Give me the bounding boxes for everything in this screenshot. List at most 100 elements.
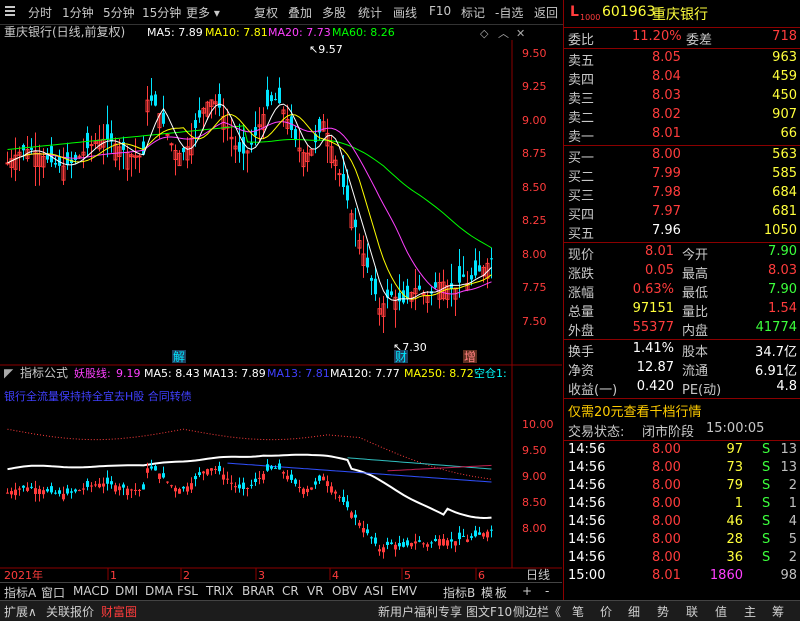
- ind-candle-body: [210, 468, 213, 471]
- bottom-tab-chou[interactable]: 筹: [772, 603, 784, 620]
- tab-cr[interactable]: CR: [282, 584, 299, 598]
- bottom-tab-jia[interactable]: 价: [600, 603, 612, 620]
- ind-candle-body: [190, 483, 193, 490]
- tick-side: S: [762, 550, 771, 565]
- tab-vr[interactable]: VR: [307, 584, 324, 598]
- ind-candle-body: [122, 484, 125, 488]
- bottom-new-user[interactable]: 新用户福利专享: [378, 603, 462, 620]
- quote-prefix-sub: 1000: [580, 13, 601, 22]
- ind-candle-body: [334, 491, 337, 494]
- marker-jie[interactable]: 解: [173, 350, 185, 364]
- sell-row[interactable]: 卖一 8.01 66: [564, 126, 800, 145]
- candle-body: [30, 147, 33, 150]
- btn-f10[interactable]: F10: [429, 4, 451, 18]
- bottom-tab-bi[interactable]: 笔: [572, 603, 584, 620]
- tick-volume: 1: [734, 496, 743, 511]
- candle-body: [182, 147, 185, 153]
- stat-value: 1.54: [768, 301, 797, 316]
- tab-indicator-b[interactable]: 指标B: [443, 584, 475, 601]
- sell-row[interactable]: 卖四 8.04 459: [564, 69, 800, 88]
- tab-mo[interactable]: 模: [481, 584, 493, 601]
- promo-row[interactable]: 仅需20元查看千档行情: [564, 401, 800, 420]
- weibi-label: 委比: [568, 33, 595, 48]
- diamond-icon[interactable]: ◇: [480, 27, 489, 40]
- btn-fanhui[interactable]: 返回: [534, 4, 558, 21]
- sell-volume: 907: [772, 107, 797, 122]
- btn-fuquan[interactable]: 复权: [254, 4, 278, 21]
- ind-candle-body: [78, 490, 81, 492]
- ind-candle-body: [82, 488, 85, 490]
- tab-1min[interactable]: 1分钟: [62, 4, 94, 21]
- candle-body: [150, 95, 153, 101]
- chevron-up-icon[interactable]: ︿: [498, 27, 509, 40]
- candle-body: [462, 274, 465, 277]
- tab-plus[interactable]: +: [522, 584, 532, 598]
- menu-icon[interactable]: [4, 4, 16, 18]
- bottom-tab-zhi[interactable]: 值: [715, 603, 727, 620]
- marker-cai[interactable]: 财: [395, 350, 407, 364]
- bottom-tab-shi[interactable]: 势: [657, 603, 669, 620]
- tab-emv[interactable]: EMV: [391, 584, 417, 598]
- tab-trix[interactable]: TRIX: [206, 584, 233, 598]
- tab-fenshi[interactable]: 分时: [28, 4, 52, 21]
- tab-15min[interactable]: 15分钟: [142, 4, 181, 21]
- bottom-tab-zhu[interactable]: 主: [744, 603, 756, 620]
- period-label[interactable]: 日线: [526, 568, 550, 580]
- bottom-wealth-circle[interactable]: 财富圈: [101, 603, 137, 620]
- tick-volume: 97: [726, 442, 743, 457]
- tab-dmi[interactable]: DMI: [115, 584, 138, 598]
- bottom-tab-xi[interactable]: 细: [628, 603, 640, 620]
- bottom-tab-lian[interactable]: 联: [686, 603, 698, 620]
- tab-window[interactable]: 窗口: [41, 584, 65, 601]
- close-icon[interactable]: ✕: [516, 27, 525, 40]
- btn-biaoji[interactable]: 标记: [461, 4, 485, 21]
- tab-obv[interactable]: OBV: [332, 584, 358, 598]
- candle-body: [470, 275, 473, 280]
- bottom-expand[interactable]: 扩展∧: [4, 603, 37, 620]
- btn-tongji[interactable]: 统计: [358, 4, 382, 21]
- btn-huaxian[interactable]: 画线: [393, 4, 417, 21]
- candle-body: [106, 124, 109, 140]
- tick-volume: 79: [726, 478, 743, 493]
- settings-icon[interactable]: ◤: [4, 366, 14, 380]
- tab-dma[interactable]: DMA: [145, 584, 173, 598]
- weicha-value: 718: [772, 29, 797, 44]
- marker-zeng[interactable]: 增: [464, 350, 476, 364]
- tab-asi[interactable]: ASI: [364, 584, 383, 598]
- tick-time: 14:56: [568, 442, 606, 457]
- sell-row[interactable]: 卖五 8.05 963: [564, 50, 800, 69]
- tab-5min[interactable]: 5分钟: [103, 4, 135, 21]
- candle-body: [74, 154, 77, 160]
- bottom-sidebar[interactable]: 侧边栏《: [513, 603, 561, 620]
- chart-area[interactable]: 重庆银行(日线,前复权) MA5: 7.89 MA10: 7.81 MA20: …: [0, 24, 562, 580]
- btn-diejia[interactable]: 叠加: [288, 4, 312, 21]
- tab-minus[interactable]: -: [545, 584, 549, 598]
- tab-macd[interactable]: MACD: [73, 584, 109, 598]
- buy-row[interactable]: 买一 8.00 563: [564, 147, 800, 166]
- tab-indicator-a[interactable]: 指标A: [4, 584, 36, 601]
- indicator-title[interactable]: 指标公式: [20, 365, 68, 380]
- ind-candle-body: [366, 529, 369, 534]
- bottom-f10[interactable]: 图文F10: [466, 603, 512, 620]
- tab-fsl[interactable]: FSL: [177, 584, 198, 598]
- ind-candle-body: [234, 486, 237, 488]
- tab-brar[interactable]: BRAR: [242, 584, 275, 598]
- indicator-tabs: 指标A 窗口 MACD DMI DMA FSL TRIX BRAR CR VR …: [0, 582, 562, 600]
- sell-row[interactable]: 卖三 8.03 450: [564, 88, 800, 107]
- sell-row[interactable]: 卖二 8.02 907: [564, 107, 800, 126]
- promo-text[interactable]: 仅需20元查看千档行情: [568, 401, 702, 420]
- tab-ban[interactable]: 板: [495, 584, 507, 601]
- tick-time: 15:00: [568, 568, 606, 583]
- buy-row[interactable]: 买三 7.98 684: [564, 185, 800, 204]
- stat-value: 8.03: [768, 263, 797, 278]
- tab-more[interactable]: 更多 ▾: [186, 4, 220, 21]
- btn-duogu[interactable]: 多股: [322, 4, 346, 21]
- buy-row[interactable]: 买二 7.99 585: [564, 166, 800, 185]
- btn-zixuan[interactable]: -自选: [495, 4, 523, 21]
- candle-body: [242, 137, 245, 154]
- candle-body: [198, 110, 201, 118]
- bottom-related-quote[interactable]: 关联报价: [46, 603, 94, 620]
- ind-candle-body: [322, 476, 325, 481]
- buy-row[interactable]: 买四 7.97 681: [564, 204, 800, 223]
- buy-row[interactable]: 买五 7.96 1050: [564, 223, 800, 242]
